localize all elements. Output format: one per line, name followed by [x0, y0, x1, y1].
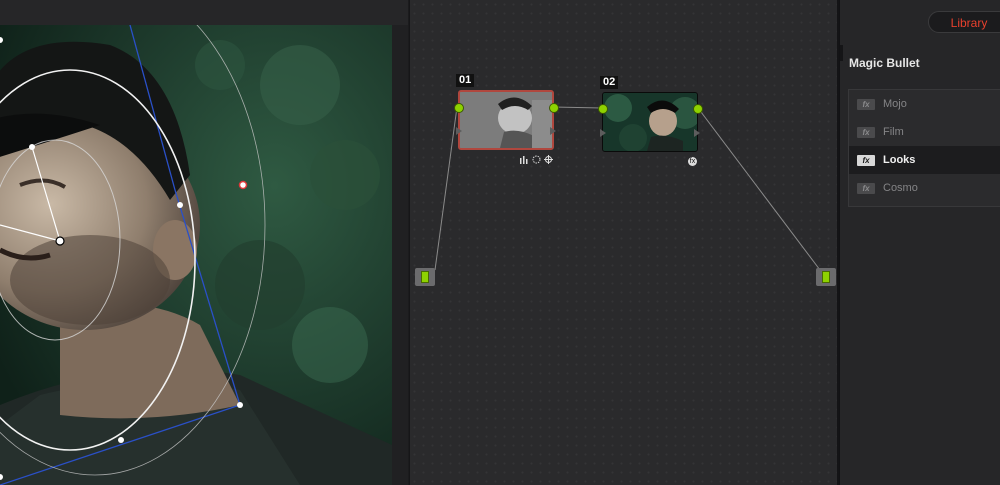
- node-01[interactable]: [458, 90, 554, 150]
- curves-icon: [520, 156, 528, 164]
- plugin-item-cosmo[interactable]: fx Cosmo: [849, 174, 1000, 202]
- plugin-item-looks[interactable]: fx Looks: [849, 146, 1000, 174]
- node-02-key-input[interactable]: [600, 129, 606, 137]
- viewer-image[interactable]: [0, 25, 392, 485]
- viewer: [0, 0, 408, 485]
- plugin-list: fx Mojo fx Film fx Looks fx Cosmo: [848, 89, 1000, 207]
- node-02-label: 02: [600, 76, 619, 89]
- softness-handle: [238, 180, 248, 190]
- node-02-thumbnail: [603, 93, 697, 151]
- plugin-label: Mojo: [883, 98, 907, 110]
- plugin-item-mojo[interactable]: fx Mojo: [849, 90, 1000, 118]
- fx-plugin-icon: fx: [857, 126, 875, 138]
- plugin-label: Looks: [883, 154, 916, 166]
- video-frame: [0, 25, 392, 485]
- node-02-fx-badge: fx: [688, 157, 697, 166]
- panel-resize-handle[interactable]: [840, 45, 843, 61]
- plugin-label: Film: [883, 126, 904, 138]
- node-01-tools: [520, 155, 553, 164]
- node-01-label: 01: [456, 74, 475, 87]
- tracker-icon: [544, 155, 553, 164]
- fx-plugin-icon: fx: [857, 98, 875, 110]
- node-01-key-output[interactable]: [550, 127, 556, 135]
- plugin-item-film[interactable]: fx Film: [849, 118, 1000, 146]
- section-title: Magic Bullet: [849, 56, 920, 70]
- library-button[interactable]: Library: [928, 11, 1000, 33]
- node-connections: [434, 106, 821, 271]
- viewer-toolbar: [0, 0, 408, 25]
- window-icon: [532, 155, 541, 164]
- node-02-key-output[interactable]: [694, 129, 700, 137]
- color-page: 01 02 fx Library Magic Bullet fx Mojo fx…: [0, 0, 1000, 485]
- node-02-input-port[interactable]: [598, 104, 608, 114]
- output-plug-icon: [822, 271, 830, 283]
- node-01-output-port[interactable]: [549, 103, 559, 113]
- fx-plugin-icon: fx: [857, 154, 875, 166]
- viewer-gutter: [392, 25, 408, 485]
- source-plug-icon: [421, 271, 429, 283]
- fx-plugin-icon: fx: [857, 182, 875, 194]
- node-02-output-port[interactable]: [693, 104, 703, 114]
- node-01-input-port[interactable]: [454, 103, 464, 113]
- source-input-node[interactable]: [415, 268, 435, 286]
- output-node[interactable]: [816, 268, 836, 286]
- node-editor[interactable]: 01 02 fx: [409, 0, 838, 485]
- openfx-panel: Library Magic Bullet fx Mojo fx Film fx …: [839, 0, 1000, 485]
- node-01-thumbnail: [460, 92, 552, 148]
- node-02[interactable]: [602, 92, 698, 152]
- node-01-key-input[interactable]: [456, 127, 462, 135]
- plugin-label: Cosmo: [883, 182, 918, 194]
